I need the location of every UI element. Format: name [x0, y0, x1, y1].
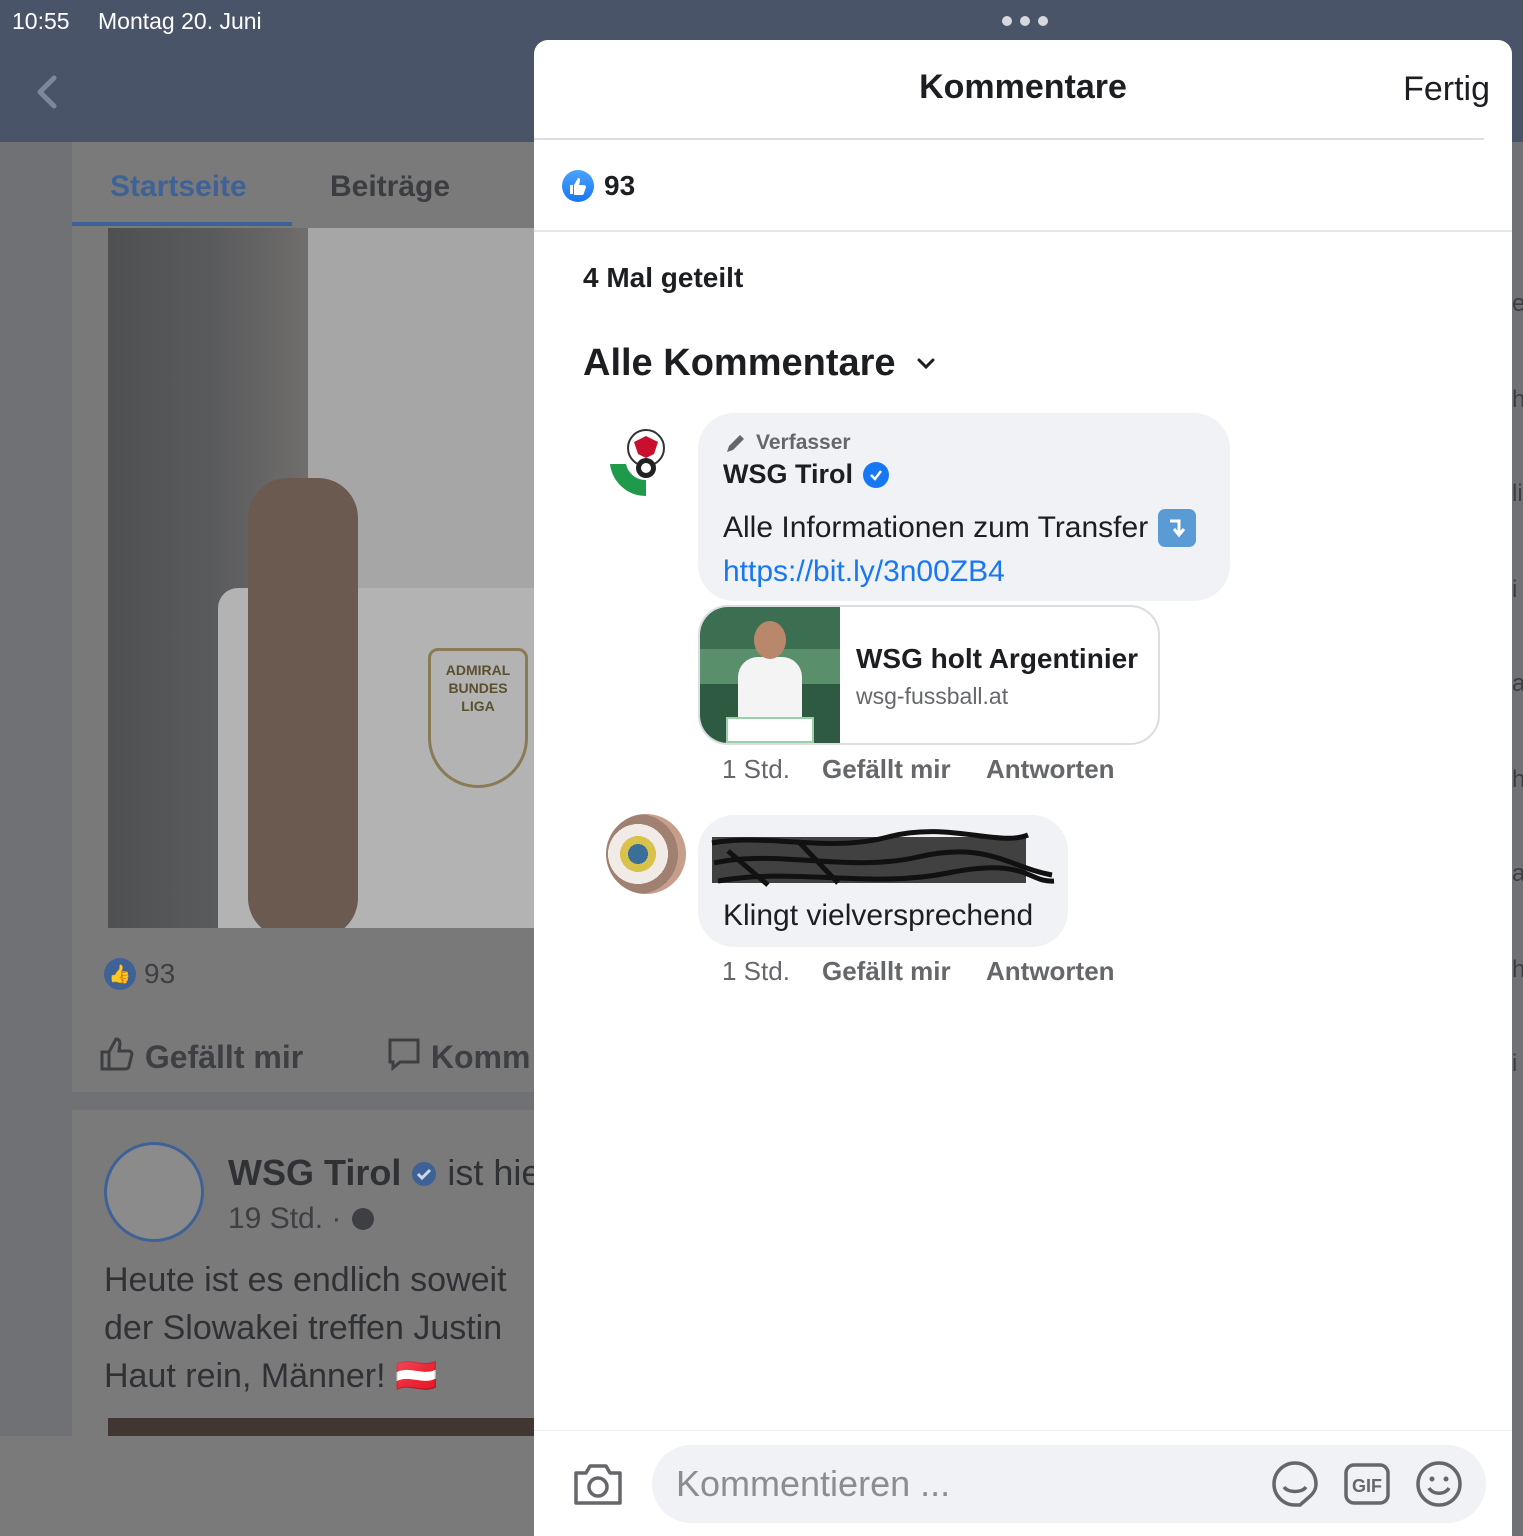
background-right-edge: e h li i ahahi	[1512, 290, 1523, 1077]
gif-icon[interactable]: GIF	[1342, 1459, 1392, 1509]
sheet-header: Kommentare Fertig	[534, 40, 1512, 140]
wsg-tirol-logo-icon	[608, 422, 684, 498]
camera-icon[interactable]	[572, 1461, 624, 1507]
multitask-handle[interactable]	[1000, 16, 1050, 28]
reactions-summary[interactable]: 93	[562, 170, 635, 202]
comment-filter-label: Alle Kommentare	[583, 342, 896, 384]
comment-text: Klingt vielversprechend	[723, 899, 1034, 932]
comment-bubble[interactable]: Klingt vielversprechend	[698, 815, 1068, 947]
background-like-count: 👍 93	[104, 958, 175, 990]
comment-time: 1 Std.	[722, 754, 790, 784]
comment-composer: GIF	[534, 1430, 1512, 1536]
comment-actions: 1 Std. Gefällt mir Antworten	[722, 754, 1115, 785]
background-like-button[interactable]: Gefällt mir	[98, 1036, 303, 1076]
svg-text:GIF: GIF	[1352, 1476, 1382, 1496]
background-post-text: Heute ist es endlich soweit der Slowakei…	[104, 1261, 507, 1395]
background-post-time: 19 Std. ·	[228, 1202, 376, 1236]
background-post-photo-2	[108, 1418, 538, 1436]
like-icon	[562, 170, 594, 202]
verified-icon	[863, 461, 890, 488]
redaction-scribble	[711, 829, 1055, 887]
crest-line-1: ADMIRAL	[445, 662, 511, 678]
like-icon: 👍	[104, 958, 136, 990]
link-preview-card[interactable]: WSG holt Argentinier wsg-fussball.at	[698, 605, 1160, 745]
header-divider	[534, 138, 1484, 140]
comment-reply-button[interactable]: Antworten	[986, 754, 1115, 785]
reactions-divider	[534, 230, 1512, 232]
verified-icon	[412, 1162, 437, 1186]
status-date: Montag 20. Juni	[98, 8, 262, 34]
arrow-down-emoji-icon	[1158, 509, 1197, 547]
crest-line-3: LIGA	[461, 698, 495, 714]
comments-sheet: Kommentare Fertig 93 4 Mal geteilt Alle …	[534, 40, 1512, 1536]
comment-like-button[interactable]: Gefällt mir	[822, 754, 986, 785]
bundesliga-crest: ADMIRAL BUNDES LIGA	[428, 648, 528, 788]
status-bar: 10:55 Montag 20. Juni	[0, 0, 1523, 42]
crest-line-2: BUNDES	[448, 680, 508, 696]
back-chevron-icon[interactable]	[32, 72, 62, 112]
sticker-icon[interactable]	[1270, 1459, 1320, 1509]
background-post-author: WSG Tirol ist hie	[228, 1152, 542, 1193]
comment-bubble[interactable]: Verfasser WSG Tirol Alle Informationen z…	[698, 413, 1230, 601]
comment-author[interactable]: WSG Tirol	[723, 459, 890, 490]
background-footer	[0, 1436, 534, 1536]
link-preview-title: WSG holt Argentinier	[856, 643, 1139, 674]
comment-link[interactable]: https://bit.ly/3n00ZB4	[723, 555, 1005, 589]
comment-filter-dropdown[interactable]: Alle Kommentare	[583, 342, 936, 385]
thumbs-up-outline-icon	[100, 1037, 134, 1071]
emoji-icon[interactable]	[1414, 1459, 1464, 1509]
comment-time: 1 Std.	[722, 956, 790, 986]
background-post-photo: ADMIRAL BUNDES LIGA	[108, 228, 538, 928]
comment-like-button[interactable]: Gefällt mir	[822, 956, 986, 987]
pencil-icon	[727, 435, 744, 452]
background-post-avatar[interactable]	[104, 1142, 204, 1242]
comment-actions: 1 Std. Gefällt mir Antworten	[722, 956, 1115, 987]
comment-reply-button[interactable]: Antworten	[986, 956, 1115, 987]
status-time: 10:55	[12, 8, 70, 34]
background-tabs: Startseite Beiträge	[72, 142, 552, 228]
comment-outline-icon	[388, 1038, 420, 1072]
background-comment-button[interactable]: Komm	[386, 1036, 530, 1076]
share-count[interactable]: 4 Mal geteilt	[583, 262, 743, 294]
avatar[interactable]	[606, 420, 686, 500]
tab-beitraege[interactable]: Beiträge	[330, 170, 450, 204]
tab-startseite[interactable]: Startseite	[110, 170, 247, 204]
link-preview-image	[700, 607, 840, 743]
done-button[interactable]: Fertig	[1403, 70, 1490, 109]
avatar[interactable]	[606, 814, 686, 894]
link-preview-domain: wsg-fussball.at	[856, 683, 1009, 709]
chevron-down-icon	[917, 358, 935, 369]
globe-icon	[351, 1208, 374, 1230]
tab-active-indicator	[72, 222, 292, 226]
author-badge: Verfasser	[724, 431, 851, 455]
like-count: 93	[604, 170, 636, 201]
comment-text: Alle Informationen zum Transfer	[723, 509, 1197, 547]
sheet-title: Kommentare	[919, 68, 1127, 106]
